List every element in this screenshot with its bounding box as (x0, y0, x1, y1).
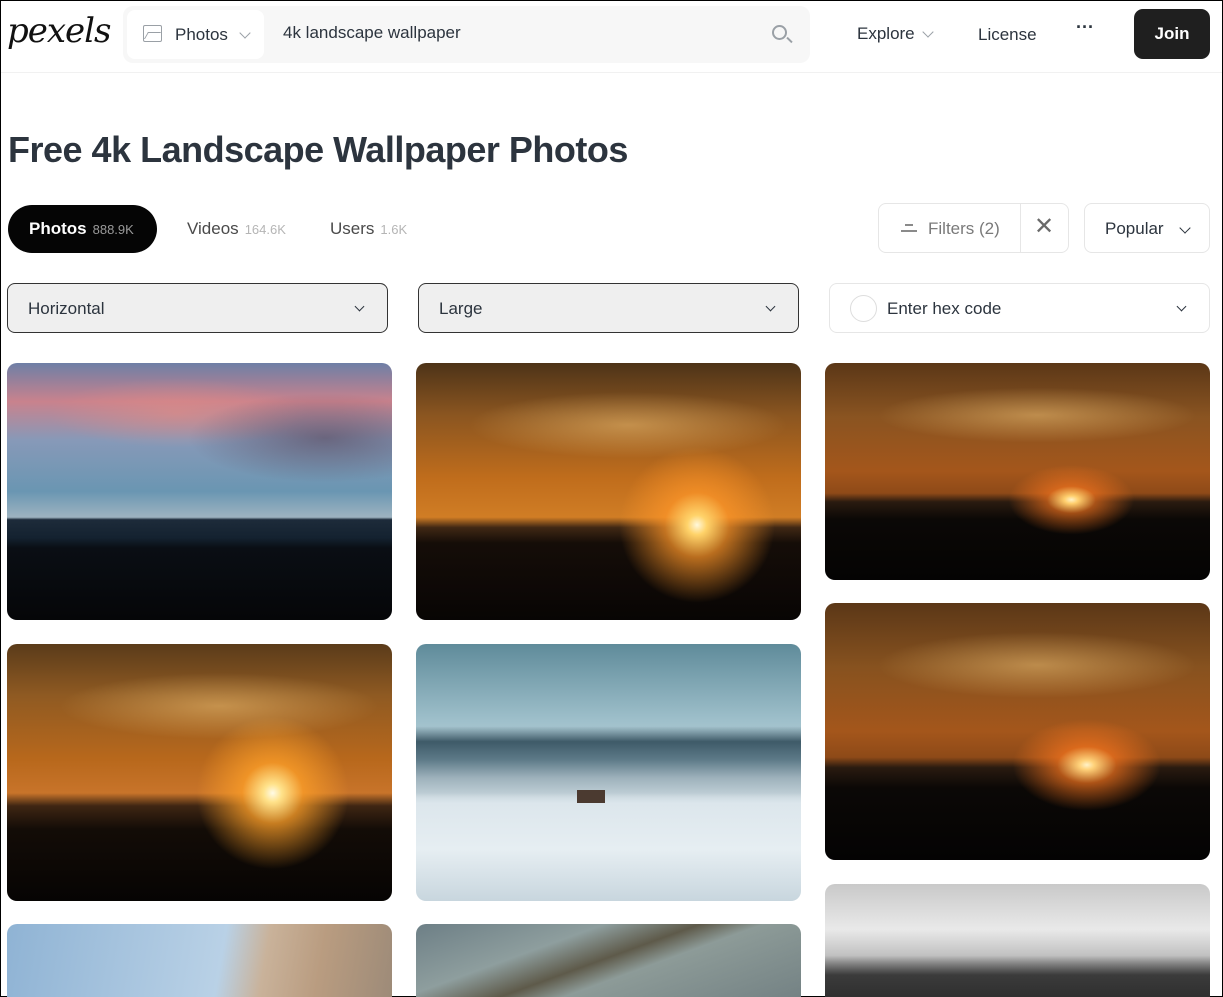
more-menu-icon[interactable]: ··· (1076, 17, 1094, 38)
color-placeholder: Enter hex code (887, 299, 1002, 318)
top-navigation-bar: pexels Photos Explore License ··· Join (1, 1, 1222, 73)
tab-photos[interactable]: Photos 888.9K (8, 205, 157, 253)
join-button[interactable]: Join (1134, 9, 1210, 59)
search-input[interactable] (283, 23, 753, 43)
tab-label: Users (330, 219, 375, 238)
filters-control: Filters (2) ✕ (878, 203, 1069, 253)
chevron-down-icon (1176, 301, 1187, 312)
size-value: Large (439, 299, 483, 318)
sort-label: Popular (1105, 219, 1164, 238)
photo-card[interactable] (7, 644, 392, 901)
photo-content (863, 384, 1210, 446)
color-select[interactable]: Enter hex code (829, 283, 1210, 333)
photo-card[interactable] (416, 924, 801, 997)
photo-content (577, 790, 605, 803)
photo-card[interactable] (825, 603, 1210, 860)
search-type-label: Photos (175, 25, 228, 44)
page-title: Free 4k Landscape Wallpaper Photos (8, 129, 628, 170)
tab-count: 1.6K (380, 221, 408, 237)
tab-count: 888.9K (92, 221, 134, 237)
pexels-logo[interactable]: pexels (7, 11, 112, 51)
photo-content (187, 393, 392, 483)
orientation-select[interactable]: Horizontal (7, 283, 388, 333)
divider (1020, 204, 1021, 252)
nav-license[interactable]: License (978, 25, 1037, 45)
orientation-value: Horizontal (28, 299, 105, 318)
chevron-down-icon (1179, 222, 1191, 234)
chevron-down-icon (922, 26, 934, 38)
tab-videos[interactable]: Videos 164.6K (187, 205, 286, 253)
tab-users[interactable]: Users 1.6K (330, 205, 407, 253)
sort-dropdown[interactable]: Popular (1084, 203, 1210, 253)
chevron-down-icon (765, 301, 776, 312)
photo-card[interactable] (825, 884, 1210, 997)
search-type-dropdown[interactable]: Photos (127, 10, 264, 59)
filter-icon (901, 223, 917, 233)
photo-card[interactable] (416, 363, 801, 620)
photo-content (454, 388, 801, 461)
close-icon[interactable]: ✕ (1034, 215, 1054, 239)
chevron-down-icon (239, 27, 251, 39)
photo-content (45, 669, 392, 742)
chevron-down-icon (354, 301, 365, 312)
photo-content (863, 628, 1210, 701)
tab-label: Photos (29, 219, 87, 238)
search-bar: Photos (123, 6, 810, 63)
tab-label: Videos (187, 219, 239, 238)
image-icon (143, 25, 162, 42)
color-swatch (850, 295, 877, 322)
filters-label: Filters (2) (928, 219, 1000, 238)
photo-card[interactable] (7, 363, 392, 620)
nav-explore[interactable]: Explore (857, 24, 915, 44)
photo-card[interactable] (416, 644, 801, 901)
photo-card[interactable] (825, 363, 1210, 580)
size-select[interactable]: Large (418, 283, 799, 333)
search-icon[interactable] (772, 25, 787, 40)
tab-count: 164.6K (244, 221, 286, 237)
photo-card[interactable] (7, 924, 392, 997)
